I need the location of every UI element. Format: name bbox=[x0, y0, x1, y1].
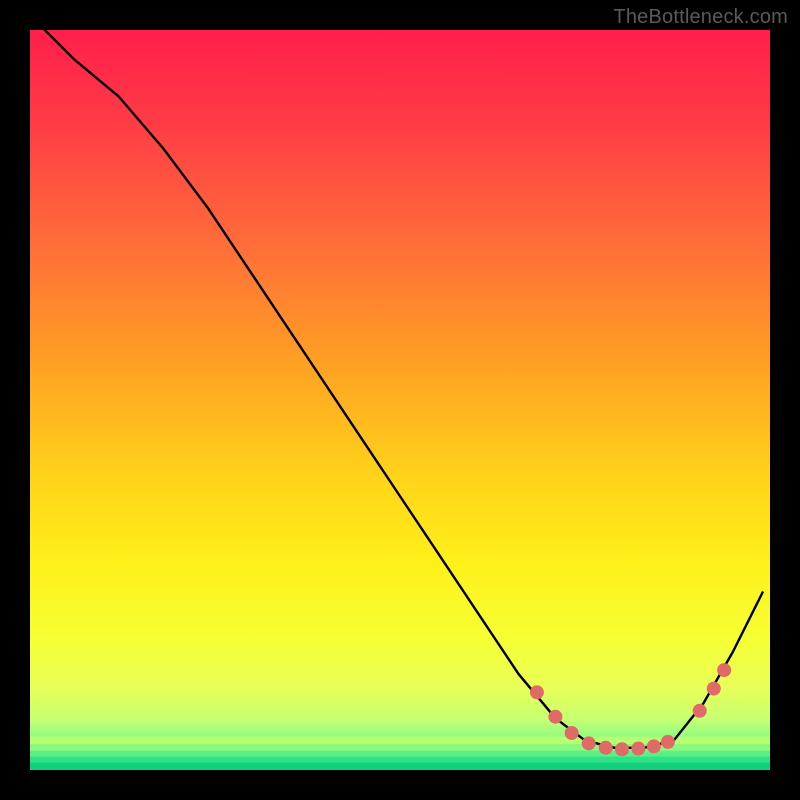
gradient-band bbox=[30, 751, 770, 757]
chart-stage: TheBottleneck.com bbox=[0, 0, 800, 800]
curve-marker bbox=[530, 685, 544, 699]
chart-plot-area bbox=[30, 30, 770, 770]
curve-marker bbox=[565, 726, 579, 740]
curve-marker bbox=[661, 735, 675, 749]
curve-marker bbox=[647, 739, 661, 753]
curve-marker bbox=[693, 704, 707, 718]
gradient-band bbox=[30, 757, 770, 763]
curve-marker bbox=[707, 682, 721, 696]
gradient-band bbox=[30, 763, 770, 770]
curve-marker bbox=[599, 741, 613, 755]
curve-marker bbox=[582, 736, 596, 750]
chart-svg bbox=[0, 0, 800, 800]
watermark-text: TheBottleneck.com bbox=[613, 6, 788, 29]
curve-marker bbox=[717, 663, 731, 677]
curve-marker bbox=[615, 742, 629, 756]
curve-marker bbox=[548, 710, 562, 724]
curve-marker bbox=[631, 742, 645, 756]
